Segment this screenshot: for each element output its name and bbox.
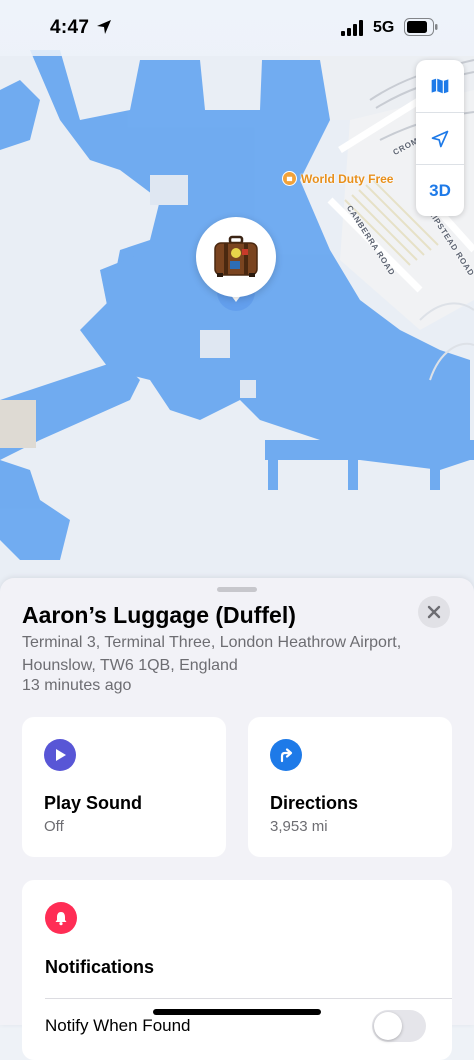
toggle-knob	[374, 1012, 402, 1040]
shopping-bag-icon	[282, 171, 297, 186]
directions-distance: 3,953 mi	[270, 818, 328, 835]
status-bar: 4:47 5G	[0, 0, 474, 56]
play-sound-label: Play Sound	[44, 793, 143, 813]
item-last-seen: 13 minutes ago	[22, 677, 132, 694]
notifications-label: Notifications	[45, 957, 155, 977]
turn-right-arrow-icon	[270, 739, 302, 771]
close-icon	[427, 605, 441, 619]
cellular-signal-icon	[341, 20, 363, 36]
home-indicator[interactable]	[153, 1009, 321, 1015]
play-sound-status: Off	[44, 818, 64, 835]
play-sound-card[interactable]: Play Sound Off	[22, 717, 226, 857]
notify-when-found-label: Notify When Found	[45, 1016, 191, 1035]
battery-icon	[404, 18, 438, 36]
notify-when-found-toggle[interactable]	[372, 1010, 426, 1042]
tracking-button[interactable]	[416, 112, 464, 165]
bell-icon	[45, 902, 77, 934]
divider	[45, 998, 452, 999]
close-button[interactable]	[418, 596, 450, 628]
luggage-icon	[214, 235, 258, 277]
poi-world-duty-free[interactable]: World Duty Free	[282, 171, 393, 186]
three-d-button[interactable]: 3D	[416, 164, 464, 217]
map-controls: 3D	[416, 60, 464, 216]
item-detail-sheet: Aaron’s Luggage (Duffel) Terminal 3, Ter…	[0, 578, 474, 1060]
notifications-card: Notifications Notify When Found	[22, 880, 452, 1060]
item-address: Terminal 3, Terminal Three, London Heath…	[22, 634, 402, 674]
play-icon	[44, 739, 76, 771]
map-icon	[431, 78, 449, 94]
item-title: Aaron’s Luggage (Duffel)	[22, 602, 296, 628]
status-time: 4:47	[50, 17, 90, 38]
map-view[interactable]: CROM CANBERRA ROAD CHIPSTEAD ROAD World …	[0, 0, 474, 600]
map-mode-button[interactable]	[416, 60, 464, 112]
poi-label: World Duty Free	[301, 171, 394, 186]
network-type: 5G	[373, 19, 395, 36]
sheet-grabber[interactable]	[217, 587, 257, 592]
location-arrow-icon	[431, 130, 449, 148]
directions-card[interactable]: Directions 3,953 mi	[248, 717, 452, 857]
directions-label: Directions	[270, 793, 359, 813]
item-map-pin[interactable]	[196, 217, 276, 297]
location-services-icon	[97, 20, 111, 34]
